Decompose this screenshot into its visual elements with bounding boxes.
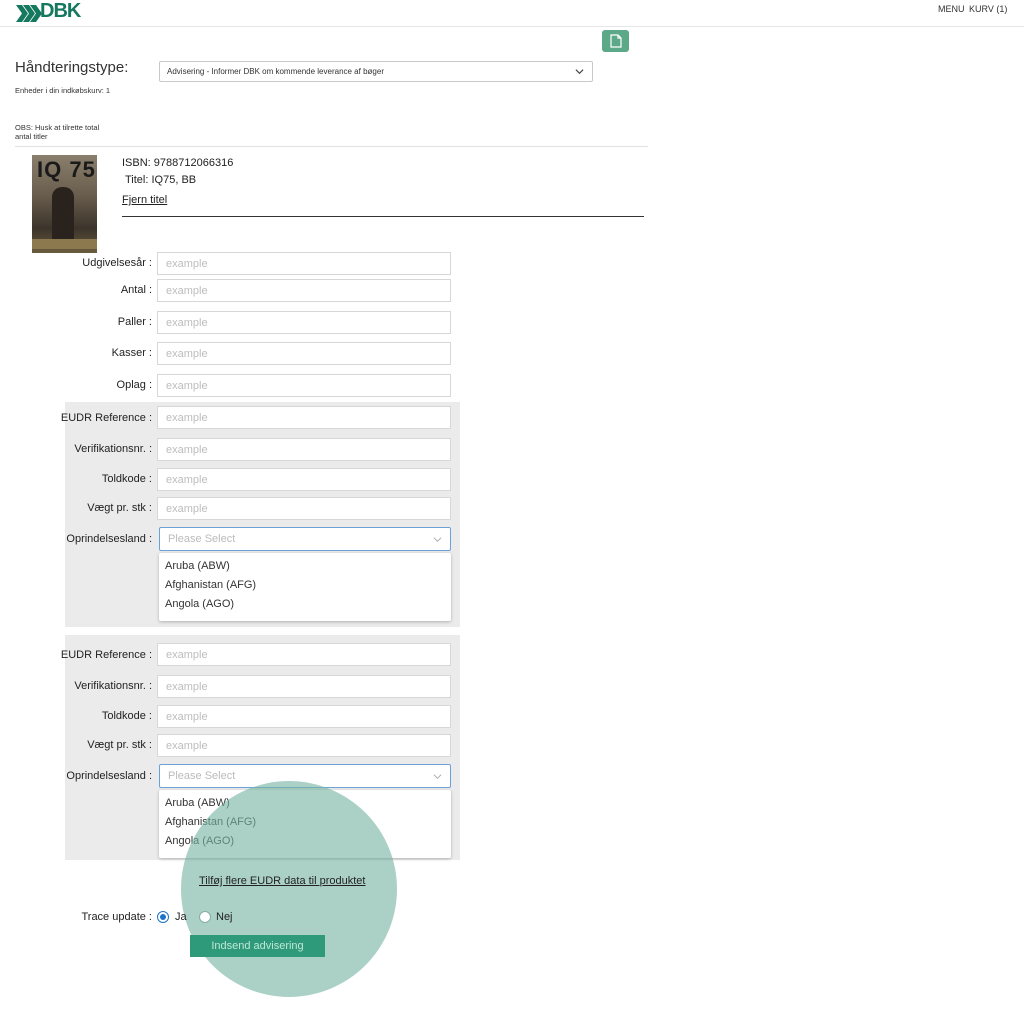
eudr1-verification-input[interactable] <box>157 438 451 461</box>
cart-units-text: Enheder i din indkøbskurv: 1 <box>15 86 111 95</box>
highlight-circle <box>181 781 397 997</box>
handling-type-value: Advisering - Informer DBK om kommende le… <box>167 67 384 76</box>
field-label-boxes: Kasser : <box>111 347 152 359</box>
trace-yes-radio[interactable] <box>157 911 169 923</box>
quantity-input[interactable] <box>157 279 451 302</box>
trace-no-label: Nej <box>216 911 233 923</box>
divider <box>15 146 648 147</box>
country-option[interactable]: Aruba (ABW) <box>159 557 451 576</box>
eudr1-reference-input[interactable] <box>157 406 451 429</box>
title-text: Titel: IQ75, BB <box>125 174 197 186</box>
isbn-text: ISBN: 9788712066316 <box>122 157 234 169</box>
eudr1-origin-dropdown: Aruba (ABW) Afghanistan (AFG) Angola (AG… <box>159 553 451 621</box>
cover-strip <box>32 239 97 249</box>
dbk-logo[interactable]: DBK <box>16 0 86 22</box>
trace-update-label: Trace update : <box>81 911 152 923</box>
field-label-quantity: Antal : <box>120 284 152 296</box>
country-option[interactable]: Afghanistan (AFG) <box>159 576 451 595</box>
logo-chevrons-icon <box>16 5 42 22</box>
eudr1-origin-select[interactable]: Please Select <box>159 527 451 551</box>
remove-title-link[interactable]: Fjern titel <box>122 194 167 206</box>
eudr2-verification-input[interactable] <box>157 675 451 698</box>
submit-advising-button[interactable]: Indsend advisering <box>190 935 325 957</box>
eudr2-label-weight: Vægt pr. stk : <box>87 739 152 751</box>
eudr2-customs-input[interactable] <box>157 705 451 728</box>
cart-link[interactable]: KURV (1) <box>969 4 1007 14</box>
trace-yes-label: Ja <box>175 911 187 923</box>
chevron-down-icon <box>433 774 442 780</box>
field-label-edition: Oplag : <box>116 379 152 391</box>
eudr2-label-verification: Verifikationsnr. : <box>74 680 152 692</box>
eudr2-reference-input[interactable] <box>157 643 451 666</box>
trace-no-radio[interactable] <box>199 911 211 923</box>
header-divider <box>0 26 1024 27</box>
menu-link[interactable]: MENU <box>938 4 965 14</box>
eudr2-label-customs: Toldkode : <box>101 710 152 722</box>
eudr1-label-customs: Toldkode : <box>101 473 152 485</box>
eudr1-label-weight: Vægt pr. stk : <box>87 502 152 514</box>
eudr1-label-verification: Verifikationsnr. : <box>74 443 152 455</box>
year-input[interactable] <box>157 252 451 275</box>
eudr1-weight-input[interactable] <box>157 497 451 520</box>
document-icon <box>609 34 622 48</box>
book-cover-image: IQ 75 <box>32 155 97 253</box>
chevron-down-icon <box>433 537 442 543</box>
eudr2-weight-input[interactable] <box>157 734 451 757</box>
handling-type-label: Håndteringstype: <box>15 59 129 76</box>
eudr2-origin-placeholder: Please Select <box>168 770 236 782</box>
logo-text: DBK <box>40 0 81 22</box>
obs-note: OBS: Husk at tilrette total antal titler <box>15 123 100 141</box>
edition-input[interactable] <box>157 374 451 397</box>
eudr2-label-origin: Oprindelsesland : <box>66 770 152 782</box>
add-eudr-data-link[interactable]: Tilføj flere EUDR data til produktet <box>199 875 365 887</box>
cover-figure <box>52 187 74 247</box>
eudr1-customs-input[interactable] <box>157 468 451 491</box>
eudr1-label-reference: EUDR Reference : <box>60 412 152 424</box>
document-button[interactable] <box>602 30 629 52</box>
handling-type-select[interactable]: Advisering - Informer DBK om kommende le… <box>159 61 593 82</box>
country-option[interactable]: Angola (AGO) <box>159 595 451 614</box>
field-label-year: Udgivelsesår : <box>82 257 152 269</box>
chevron-down-icon <box>575 69 584 75</box>
field-label-pallets: Paller : <box>117 316 152 328</box>
pallets-input[interactable] <box>157 311 451 334</box>
eudr1-origin-placeholder: Please Select <box>168 533 236 545</box>
boxes-input[interactable] <box>157 342 451 365</box>
product-divider <box>122 216 644 217</box>
eudr2-label-reference: EUDR Reference : <box>60 649 152 661</box>
book-cover-title: IQ 75 <box>37 157 96 182</box>
eudr1-label-origin: Oprindelsesland : <box>66 533 152 545</box>
